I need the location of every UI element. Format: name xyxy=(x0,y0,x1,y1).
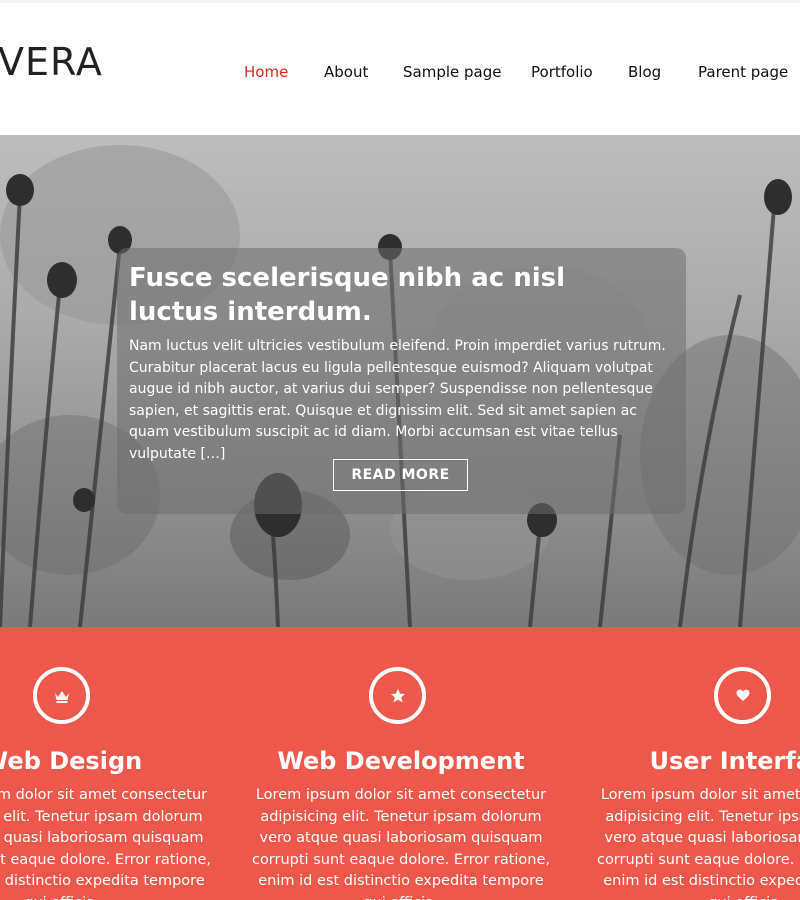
hero-excerpt: Nam luctus velit ultricies vestibulum el… xyxy=(129,338,666,462)
nav-item-blog[interactable]: Blog xyxy=(628,63,661,81)
top-divider xyxy=(0,0,800,3)
main-nav: Home About Sample page Portfolio Blog Pa… xyxy=(0,63,800,85)
nav-item-sample-page[interactable]: Sample page xyxy=(403,63,501,81)
read-more-button[interactable]: READ MORE xyxy=(333,459,468,491)
service-description: Lorem ipsum dolor sit amet consectetur a… xyxy=(596,787,800,900)
hero-title[interactable]: Fusce scelerisque nibh ac nisl luctus in… xyxy=(129,261,649,329)
nav-item-about[interactable]: About xyxy=(324,63,368,81)
service-title: Web Design xyxy=(0,747,143,775)
nav-item-parent-page[interactable]: Parent page xyxy=(698,63,788,81)
crown-icon xyxy=(33,667,90,724)
service-description: Lorem ipsum dolor sit amet consectetur a… xyxy=(0,787,212,900)
service-description: Lorem ipsum dolor sit amet consectetur a… xyxy=(251,787,551,900)
heart-icon xyxy=(714,667,771,724)
site-header: VERA Home About Sample page Portfolio Bl… xyxy=(0,0,800,135)
services-section: Web Design Lorem ipsum dolor sit amet co… xyxy=(0,627,800,900)
nav-item-home[interactable]: Home xyxy=(244,63,288,81)
service-title: Web Development xyxy=(277,747,525,775)
hero-section: Fusce scelerisque nibh ac nisl luctus in… xyxy=(0,135,800,627)
nav-item-portfolio[interactable]: Portfolio xyxy=(531,63,593,81)
service-title: User Interface xyxy=(649,747,800,775)
star-icon xyxy=(369,667,426,724)
